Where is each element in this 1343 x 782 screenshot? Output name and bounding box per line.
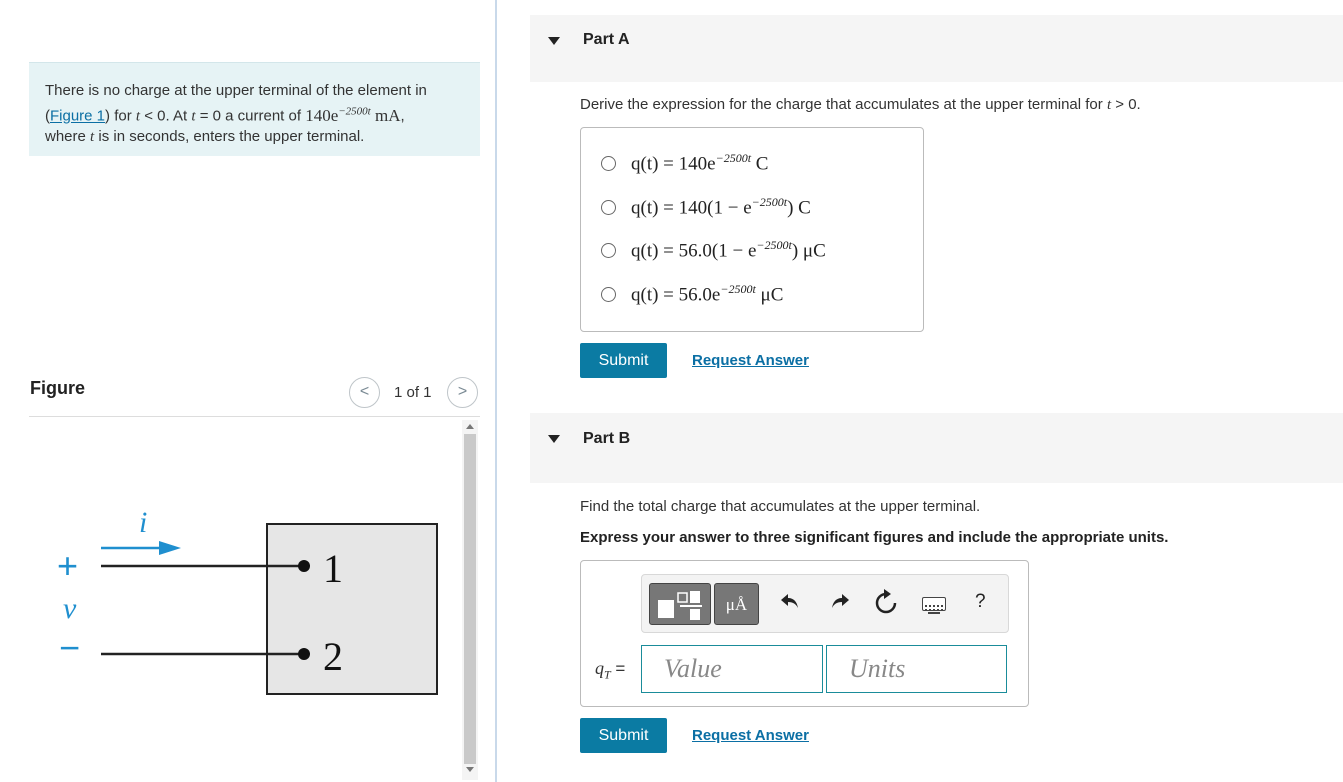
- caret-down-icon: [548, 435, 560, 443]
- math-toolbar: μÅ ?: [641, 574, 1009, 633]
- choice-option[interactable]: q(t) = 140e−2500t C: [601, 148, 768, 178]
- part-a-prompt: Derive the expression for the charge tha…: [580, 96, 1141, 113]
- minus-label: −: [59, 627, 80, 668]
- figure-pager: 1 of 1: [394, 384, 432, 401]
- part-b-header[interactable]: Part B: [530, 413, 1343, 483]
- answer-label: qT =: [595, 658, 626, 682]
- choice-option[interactable]: q(t) = 140(1 − e−2500t) C: [601, 192, 811, 222]
- request-answer-link[interactable]: Request Answer: [692, 727, 809, 744]
- current-expression: 140e−2500t mA: [305, 105, 401, 125]
- chevron-right-icon[interactable]: >: [447, 377, 478, 408]
- scroll-down-icon[interactable]: [466, 767, 474, 772]
- radio-button[interactable]: [601, 199, 616, 215]
- terminal-2-label: 2: [323, 634, 343, 679]
- figure-image: i + v − 1 2: [29, 420, 461, 780]
- current-arrowhead: [159, 541, 181, 555]
- panel-divider: [495, 0, 497, 782]
- plus-label: +: [57, 545, 78, 586]
- chevron-left-icon[interactable]: <: [349, 377, 380, 408]
- undo-icon[interactable]: [780, 592, 800, 616]
- terminal-1-dot: [298, 560, 310, 572]
- radio-button[interactable]: [601, 286, 616, 302]
- part-b-title: Part B: [583, 430, 631, 447]
- terminal-1-label: 1: [323, 546, 343, 591]
- submit-button[interactable]: Submit: [580, 343, 667, 378]
- part-a-title: Part A: [583, 31, 630, 48]
- units-icon[interactable]: μÅ: [714, 583, 759, 625]
- units-input[interactable]: Units: [826, 645, 1007, 693]
- terminal-2-dot: [298, 648, 310, 660]
- circuit-element: [266, 523, 438, 695]
- voltage-label: v: [63, 592, 77, 625]
- scroll-thumb[interactable]: [464, 434, 476, 764]
- figure-scrollbar[interactable]: [462, 420, 478, 780]
- part-b-prompt: Find the total charge that accumulates a…: [580, 498, 981, 515]
- radio-button[interactable]: [601, 155, 616, 171]
- reset-icon[interactable]: [874, 589, 898, 622]
- figure-link[interactable]: Figure 1: [50, 108, 105, 125]
- choice-group: q(t) = 140e−2500t C q(t) = 140(1 − e−250…: [580, 127, 924, 332]
- problem-text: There is no charge at the upper terminal…: [45, 82, 427, 99]
- problem-statement: There is no charge at the upper terminal…: [29, 62, 480, 156]
- part-b-instruction: Express your answer to three significant…: [580, 529, 1169, 546]
- keyboard-icon[interactable]: [922, 597, 946, 614]
- part-a-header[interactable]: Part A: [530, 15, 1343, 82]
- caret-down-icon: [548, 37, 560, 45]
- answer-box: μÅ ? qT = Value Units: [580, 560, 1029, 707]
- scroll-up-icon[interactable]: [466, 424, 474, 429]
- help-icon[interactable]: ?: [975, 591, 986, 613]
- submit-button[interactable]: Submit: [580, 718, 667, 753]
- request-answer-link[interactable]: Request Answer: [692, 352, 809, 369]
- divider: [29, 416, 480, 417]
- radio-button[interactable]: [601, 242, 616, 258]
- value-input[interactable]: Value: [641, 645, 823, 693]
- figure-heading: Figure: [30, 378, 86, 398]
- redo-icon[interactable]: [830, 592, 850, 616]
- choice-option[interactable]: q(t) = 56.0e−2500t μC: [601, 279, 783, 309]
- choice-option[interactable]: q(t) = 56.0(1 − e−2500t) μC: [601, 235, 826, 265]
- templates-icon[interactable]: [649, 583, 711, 625]
- current-label: i: [139, 506, 147, 539]
